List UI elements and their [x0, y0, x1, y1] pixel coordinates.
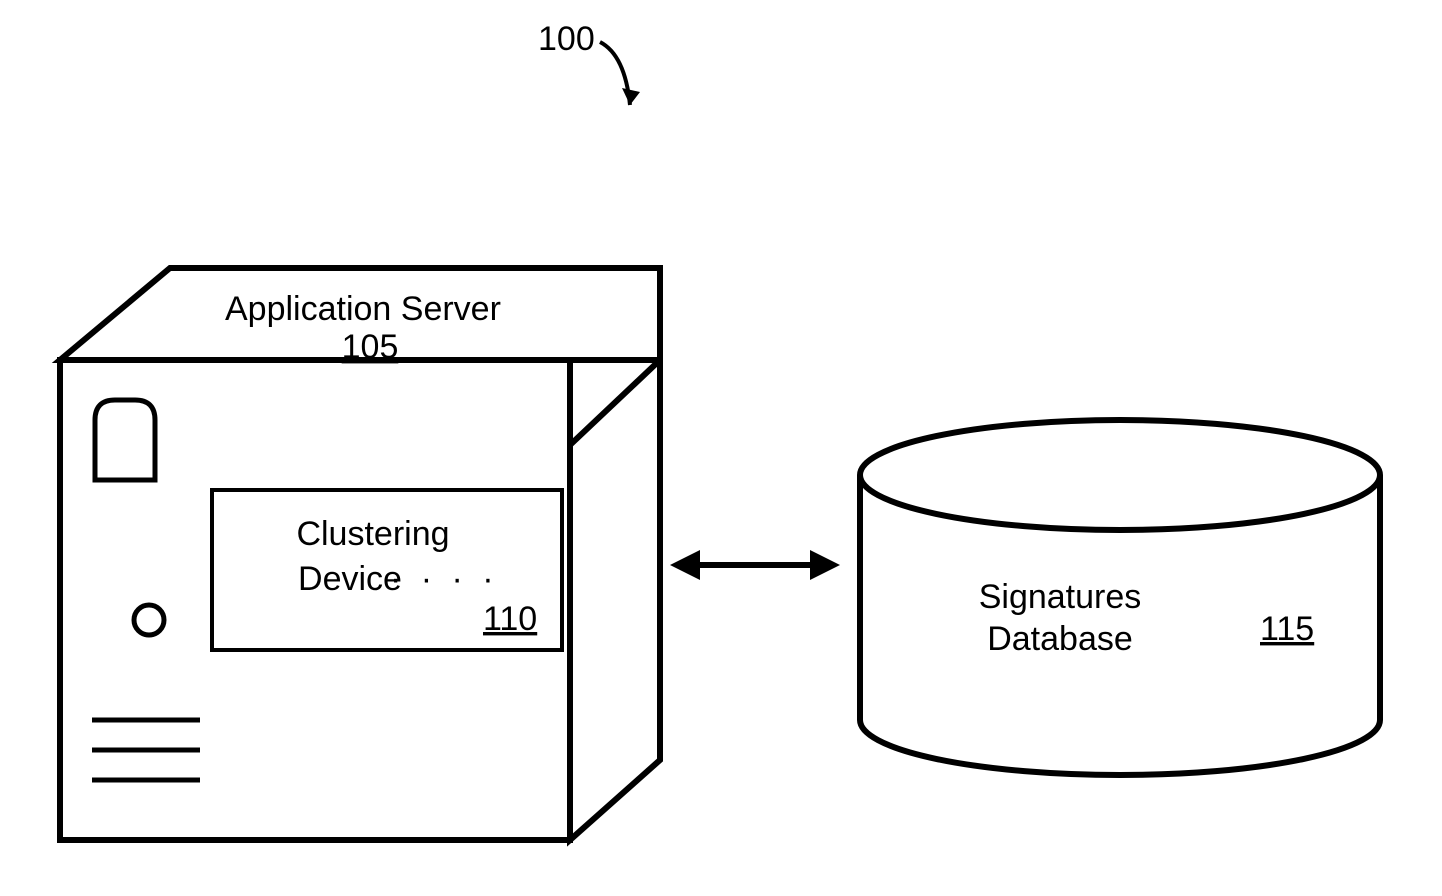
- database-label-2: Database: [987, 620, 1133, 658]
- database-ref: 115: [1260, 610, 1314, 648]
- clustering-ref: 110: [483, 600, 537, 638]
- system-diagram: 100 Application Server 105 Clustering: [0, 0, 1442, 896]
- clustering-leader: · · · ·: [390, 560, 499, 598]
- system-ref-label: 100: [538, 20, 595, 58]
- database-label-1: Signatures: [979, 578, 1142, 616]
- clustering-label-1: Clustering: [296, 515, 449, 553]
- clustering-device: Clustering Device · · · · 110: [212, 490, 562, 650]
- server-ref: 105: [342, 328, 399, 366]
- clustering-label-2: Device: [298, 560, 402, 598]
- signatures-database: Signatures Database 115: [860, 420, 1380, 775]
- application-server: Application Server 105 Clustering Device…: [60, 268, 660, 840]
- bidirectional-arrow: [670, 550, 840, 580]
- system-reference: 100: [538, 20, 640, 105]
- server-label: Application Server: [225, 290, 501, 328]
